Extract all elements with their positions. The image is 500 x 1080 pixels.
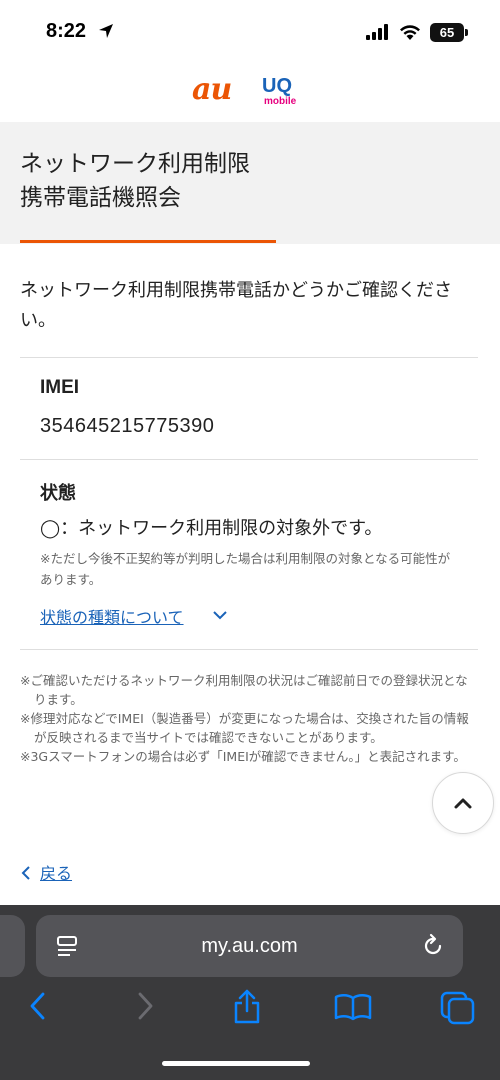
intro-text: ネットワーク利用制限携帯電話かどうかご確認ください。 [20, 280, 452, 331]
uq-logo: UQ [262, 75, 292, 97]
status-types-link[interactable]: 状態の種類について [40, 604, 184, 628]
battery-icon: 65 [430, 23, 464, 42]
address-bar[interactable]: my.au.com [36, 915, 463, 977]
scroll-to-top-button[interactable] [432, 772, 494, 834]
uq-mobile-logo: mobile [264, 96, 297, 107]
wifi-icon [400, 25, 420, 40]
status-time: 8:22 [46, 20, 87, 42]
page-title: ネットワーク利用制限 携帯電話機照会 [20, 147, 460, 215]
page-title-line2: 携帯電話機照会 [20, 185, 181, 211]
divider [20, 459, 478, 460]
page-title-line1: ネットワーク利用制限 [20, 151, 250, 177]
notes-list: ※ご確認いただけるネットワーク利用制限の状況はご確認前日での登録状況となります。… [20, 671, 475, 766]
status-label: 状態 [40, 483, 76, 504]
status-value: ◯：ネットワーク利用制限の対象外です。 [40, 518, 383, 539]
back-arrow-icon[interactable] [26, 991, 50, 1021]
share-icon[interactable] [232, 989, 262, 1025]
title-band: ネットワーク利用制限 携帯電話機照会 [0, 122, 500, 244]
battery-cap [465, 29, 468, 36]
status-note: ※ただし今後不正契約等が判明した場合は利用制限の対象となる可能性があります。 [40, 551, 451, 587]
home-indicator [162, 1061, 310, 1066]
title-underline [20, 240, 276, 243]
imei-label: IMEI [40, 377, 80, 398]
previous-tab-preview[interactable] [0, 915, 25, 977]
chevron-down-icon[interactable] [211, 606, 229, 624]
note-item: ※3Gスマートフォンの場合は必ず「IMEIが確認できません。」と表記されます。 [20, 749, 466, 764]
status-bar: 8:22 65 [0, 0, 500, 66]
note-item: ※修理対応などでIMEI（製造番号）が変更になった場合は、交換された旨の情報が反… [20, 711, 469, 745]
forward-arrow-icon[interactable] [133, 991, 157, 1021]
browser-bar: my.au.com [0, 905, 500, 1080]
brand-logos: au UQ mobile [0, 72, 500, 112]
divider [20, 649, 478, 650]
reload-icon[interactable] [420, 933, 446, 959]
back-link-label: 戻る [40, 864, 73, 883]
note-item: ※ご確認いただけるネットワーク利用制限の状況はご確認前日での登録状況となります。 [20, 673, 468, 707]
chevron-up-icon [454, 798, 472, 809]
cellular-signal-icon [366, 24, 388, 40]
back-link[interactable]: 戻る [20, 860, 72, 884]
au-logo: au [192, 72, 232, 107]
url-text: my.au.com [201, 935, 298, 957]
divider [20, 357, 478, 358]
chevron-left-icon [21, 866, 30, 880]
imei-value: 354645215775390 [40, 415, 215, 437]
bookmarks-icon[interactable] [334, 993, 372, 1021]
tabs-icon[interactable] [440, 991, 476, 1025]
location-arrow-icon [99, 24, 113, 38]
